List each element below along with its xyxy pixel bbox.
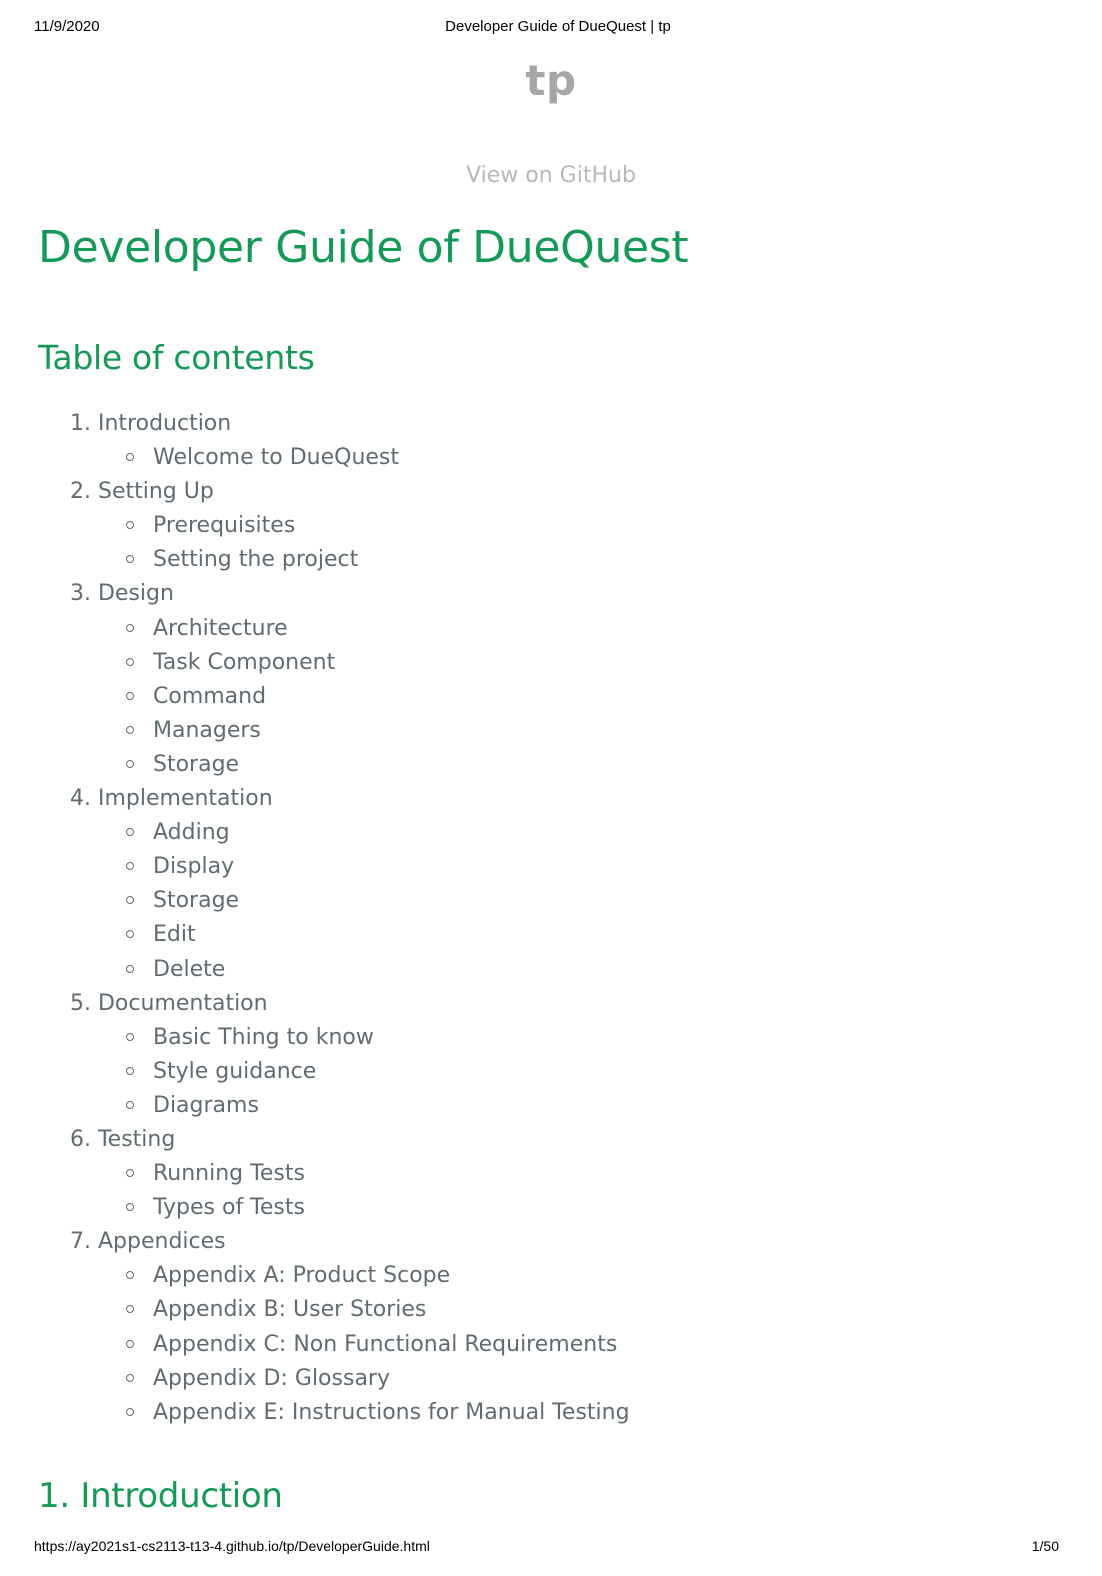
toc-subitem-link[interactable]: Command (153, 684, 266, 709)
circle-bullet-icon (126, 1305, 134, 1314)
toc-subitem[interactable]: Running Tests (70, 1157, 630, 1191)
toc-section-link[interactable]: 5. Documentation (70, 991, 268, 1016)
toc-section[interactable]: 6. Testing (70, 1123, 630, 1157)
circle-bullet-icon (126, 1169, 134, 1178)
toc-section-link[interactable]: 6. Testing (70, 1127, 175, 1152)
circle-bullet-icon (126, 862, 134, 871)
print-page-title: Developer Guide of DueQuest | tp (445, 18, 671, 35)
toc-subitem-link[interactable]: Style guidance (153, 1059, 316, 1084)
toc-section-link[interactable]: 3. Design (70, 581, 174, 606)
toc-subitem[interactable]: Diagrams (70, 1089, 630, 1123)
toc-subitem[interactable]: Welcome to DueQuest (70, 441, 630, 475)
toc-subitem[interactable]: Delete (70, 953, 630, 987)
toc-subitem-link[interactable]: Appendix B: User Stories (153, 1297, 426, 1322)
toc-subitem[interactable]: Appendix B: User Stories (70, 1293, 630, 1327)
toc-subitem[interactable]: Architecture (70, 612, 630, 646)
toc-section[interactable]: 7. Appendices (70, 1225, 630, 1259)
view-on-github-link[interactable]: View on GitHub (0, 163, 1102, 188)
circle-bullet-icon (126, 1066, 134, 1075)
toc-subitem[interactable]: Appendix D: Glossary (70, 1362, 630, 1396)
toc-subitem-link[interactable]: Adding (153, 820, 230, 845)
toc-subitem-link[interactable]: Display (153, 854, 234, 879)
print-header: 11/9/2020 Developer Guide of DueQuest | … (0, 18, 1102, 40)
toc-subitem-link[interactable]: Welcome to DueQuest (153, 445, 399, 470)
toc-subitem[interactable]: Edit (70, 918, 630, 952)
toc-subitem-link[interactable]: Types of Tests (153, 1195, 305, 1220)
circle-bullet-icon (126, 453, 134, 462)
toc-section[interactable]: 1. Introduction (70, 407, 630, 441)
toc-section[interactable]: 2. Setting Up (70, 475, 630, 509)
toc-subitem-link[interactable]: Storage (153, 888, 239, 913)
toc-subitem-link[interactable]: Appendix C: Non Functional Requirements (153, 1332, 617, 1357)
print-url: https://ay2021s1-cs2113-t13-4.github.io/… (34, 1538, 430, 1554)
toc-subitem[interactable]: Types of Tests (70, 1191, 630, 1225)
toc-subitem[interactable]: Setting the project (70, 543, 630, 577)
circle-bullet-icon (126, 759, 134, 768)
circle-bullet-icon (126, 725, 134, 734)
toc-subitem-link[interactable]: Managers (153, 718, 261, 743)
table-of-contents: 1. Introduction Welcome to DueQuest 2. S… (70, 407, 630, 1430)
toc-subitem-link[interactable]: Diagrams (153, 1093, 259, 1118)
circle-bullet-icon (126, 930, 134, 939)
circle-bullet-icon (126, 1373, 134, 1382)
toc-section-link[interactable]: 7. Appendices (70, 1229, 226, 1254)
circle-bullet-icon (126, 1032, 134, 1041)
toc-subitem[interactable]: Display (70, 850, 630, 884)
circle-bullet-icon (126, 1407, 134, 1416)
toc-subitem[interactable]: Style guidance (70, 1055, 630, 1089)
toc-subitem[interactable]: Storage (70, 884, 630, 918)
circle-bullet-icon (126, 657, 134, 666)
toc-subitem-link[interactable]: Delete (153, 957, 225, 982)
toc-subitem-link[interactable]: Architecture (153, 616, 288, 641)
toc-subitem[interactable]: Adding (70, 816, 630, 850)
toc-section-link[interactable]: 1. Introduction (70, 411, 231, 436)
toc-section-link[interactable]: 4. Implementation (70, 786, 273, 811)
circle-bullet-icon (126, 896, 134, 905)
toc-subitem[interactable]: Command (70, 680, 630, 714)
print-footer: https://ay2021s1-cs2113-t13-4.github.io/… (0, 1538, 1102, 1558)
toc-heading: Table of contents (38, 338, 315, 377)
toc-section[interactable]: 3. Design (70, 577, 630, 611)
toc-subitem-link[interactable]: Edit (153, 922, 196, 947)
circle-bullet-icon (126, 1271, 134, 1280)
toc-section-link[interactable]: 2. Setting Up (70, 479, 214, 504)
section-heading-introduction: 1. Introduction (38, 1476, 283, 1516)
toc-subitem-link[interactable]: Running Tests (153, 1161, 305, 1186)
toc-subitem-link[interactable]: Appendix D: Glossary (153, 1366, 390, 1391)
page-number: 1/50 (1031, 1538, 1059, 1554)
toc-subitem-link[interactable]: Prerequisites (153, 513, 295, 538)
toc-subitem[interactable]: Appendix A: Product Scope (70, 1259, 630, 1293)
circle-bullet-icon (126, 1100, 134, 1109)
circle-bullet-icon (126, 555, 134, 564)
toc-subitem[interactable]: Appendix C: Non Functional Requirements (70, 1328, 630, 1362)
toc-subitem-link[interactable]: Appendix A: Product Scope (153, 1263, 450, 1288)
toc-section[interactable]: 4. Implementation (70, 782, 630, 816)
toc-subitem-link[interactable]: Appendix E: Instructions for Manual Test… (153, 1400, 630, 1425)
toc-subitem[interactable]: Prerequisites (70, 509, 630, 543)
toc-subitem-link[interactable]: Setting the project (153, 547, 358, 572)
page-title: Developer Guide of DueQuest (38, 222, 689, 273)
toc-subitem[interactable]: Basic Thing to know (70, 1021, 630, 1055)
circle-bullet-icon (126, 623, 134, 632)
site-title[interactable]: tp (0, 56, 1102, 105)
toc-subitem-link[interactable]: Storage (153, 752, 239, 777)
circle-bullet-icon (126, 1203, 134, 1212)
toc-subitem[interactable]: Storage (70, 748, 630, 782)
circle-bullet-icon (126, 1339, 134, 1348)
toc-subitem[interactable]: Managers (70, 714, 630, 748)
toc-section[interactable]: 5. Documentation (70, 987, 630, 1021)
toc-subitem[interactable]: Appendix E: Instructions for Manual Test… (70, 1396, 630, 1430)
toc-subitem-link[interactable]: Task Component (153, 650, 335, 675)
toc-subitem-link[interactable]: Basic Thing to know (153, 1025, 374, 1050)
circle-bullet-icon (126, 828, 134, 837)
circle-bullet-icon (126, 521, 134, 530)
circle-bullet-icon (126, 964, 134, 973)
toc-subitem[interactable]: Task Component (70, 646, 630, 680)
circle-bullet-icon (126, 691, 134, 700)
